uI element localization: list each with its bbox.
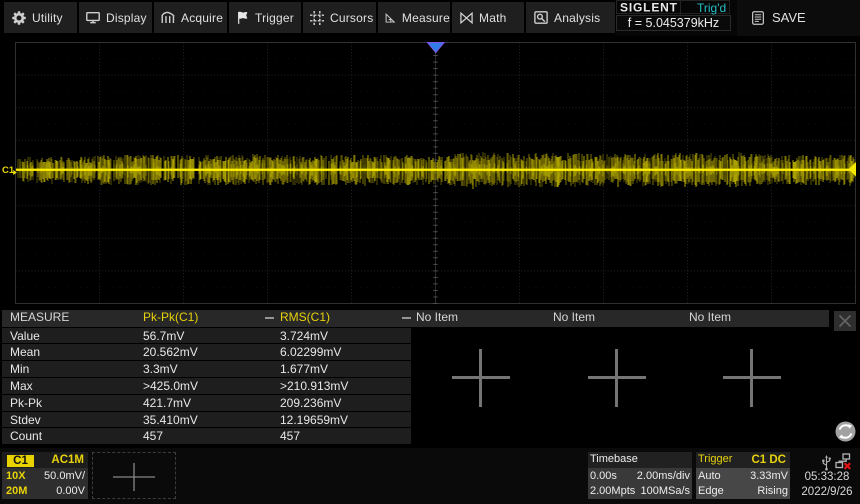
svg-text:C1: C1 — [2, 165, 15, 176]
svg-text:SIGLENT: SIGLENT — [620, 1, 678, 14]
